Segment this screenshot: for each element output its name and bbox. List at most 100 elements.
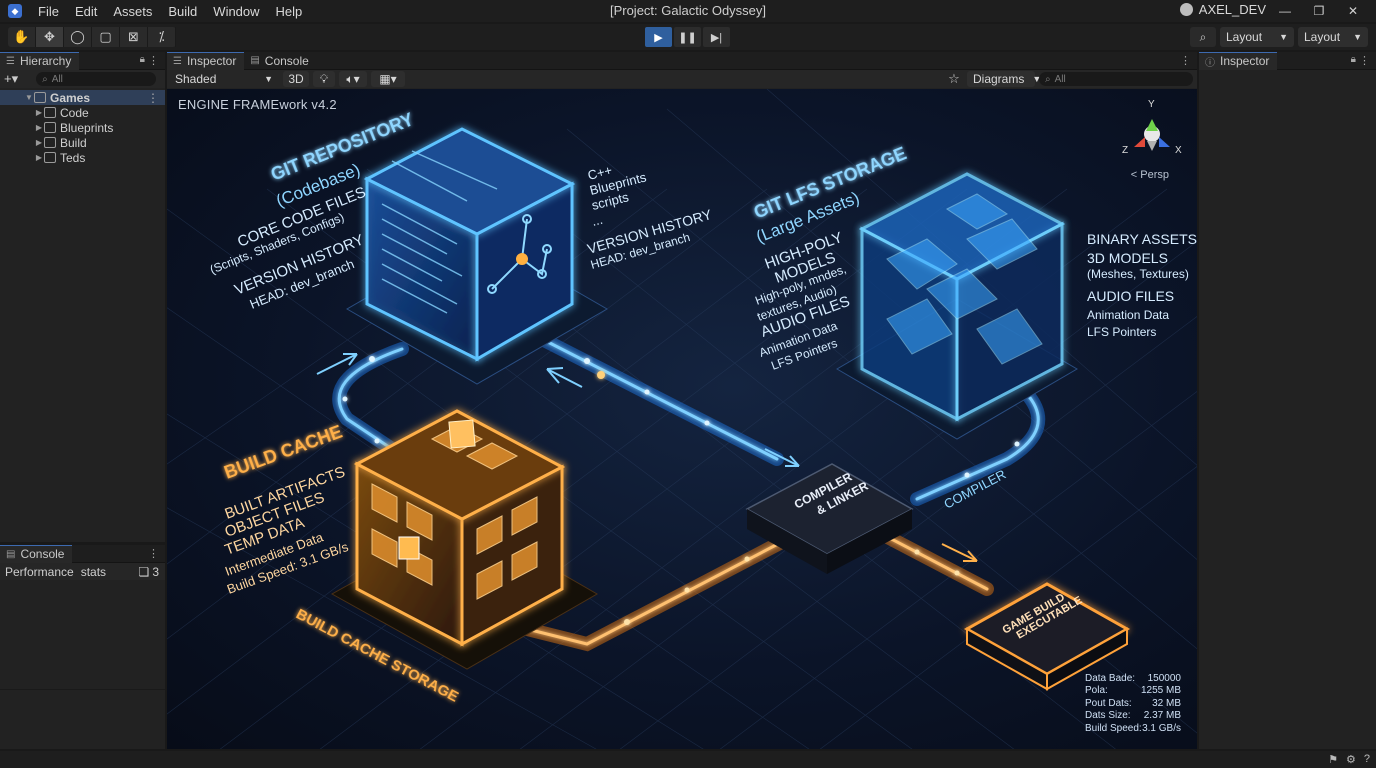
svg-text:...: ... — [590, 212, 604, 229]
tree-item-games[interactable]: ▼ Games ⋮ — [0, 90, 165, 105]
inspector-panel: ⓘ Inspector 🔒︎ ⋮ — [1199, 51, 1376, 749]
object-icon — [44, 152, 56, 163]
tree-item-blueprints[interactable]: ▶ Blueprints — [0, 120, 165, 135]
hierarchy-panel: ☰ Hierarchy 🔒︎ ⋮ +▾ ⌕ All ▼ Games ⋮ ▶ Co… — [0, 51, 165, 542]
user-icon — [1179, 3, 1193, 16]
stats-overlay: Data Bade: 150000 Pola: 1255 MB Pout Dats:… — [1085, 673, 1181, 736]
object-icon — [44, 137, 56, 148]
persp-toggle[interactable]: < Persp — [1131, 169, 1169, 181]
chevron-down-icon[interactable]: ▼ — [24, 93, 34, 102]
divider — [0, 689, 165, 690]
effects-icon[interactable]: ▦▾ — [371, 71, 405, 87]
rotate-icon[interactable]: ◯ — [64, 27, 92, 47]
chevron-right-icon[interactable]: ▶ — [34, 108, 44, 117]
stat-row: Pola: 1255 MB — [1085, 685, 1181, 696]
tab-console[interactable]: ▤ Console — [0, 544, 73, 563]
more-icon[interactable]: ⋮ — [1180, 54, 1191, 67]
rect-icon[interactable]: ▢ — [92, 27, 120, 47]
pipe-particles-orange — [624, 549, 960, 625]
stats-button[interactable]: stats — [79, 565, 108, 579]
console-panel: ▤ Console ⋮ Performance stats ❏ 3 — [0, 544, 165, 749]
more-icon[interactable]: ⋮ — [148, 54, 159, 67]
search-scene-icon[interactable]: ⌕ — [1190, 27, 1216, 47]
hierarchy-search-input[interactable]: ⌕ All — [36, 72, 157, 86]
stat-row: Build Speed: 3.1 GB/s — [1085, 722, 1181, 734]
svg-text:AUDIO FILES: AUDIO FILES — [1087, 288, 1174, 304]
help-icon[interactable]: ? — [1364, 753, 1370, 766]
menu-file[interactable]: File — [30, 4, 67, 19]
object-icon — [44, 107, 56, 118]
axis-y-label: Y — [1148, 99, 1155, 110]
custom-tool-icon[interactable]: ⁒ — [148, 27, 176, 47]
tab-inspector-center[interactable]: ☰ Inspector — [167, 51, 245, 70]
chevron-right-icon[interactable]: ▶ — [34, 138, 44, 147]
tab-hierarchy[interactable]: ☰ Hierarchy — [0, 51, 80, 70]
stat-row: Dats Size: 2.37 MB — [1085, 710, 1181, 721]
tree-item-teds[interactable]: ▶ Teds — [0, 150, 165, 165]
tab-inspector[interactable]: ⓘ Inspector — [1199, 51, 1278, 70]
stat-row: Pout Dats: 32 MB — [1085, 697, 1181, 709]
menu-bar: ◆ File Edit Assets Build Window Help [Pr… — [0, 0, 1376, 22]
chevron-down-icon: ▼ — [1353, 32, 1362, 42]
menu-build[interactable]: Build — [160, 4, 205, 19]
status-bar: ⚑ ⚙ ? — [0, 751, 1376, 768]
layout-dropdown-1[interactable]: Layout ▼ — [1220, 27, 1294, 47]
lighting-icon[interactable]: 💡︎ — [313, 71, 335, 87]
step-button[interactable]: ▶| — [703, 27, 730, 47]
framework-label: ENGINE FRAMEwork v4.2 — [178, 97, 337, 112]
menu-edit[interactable]: Edit — [67, 4, 105, 19]
lfs-storage-cube — [836, 172, 1078, 440]
scene-search-input[interactable]: ⌕ All — [1039, 72, 1193, 86]
pause-button[interactable]: ❚❚ — [674, 27, 701, 47]
tools-icon[interactable]: ⚙ — [1346, 753, 1356, 766]
minimize-button[interactable]: — — [1268, 0, 1302, 22]
toolbar: ✋ ✥ ◯ ▢ ⊠ ⁒ ▶ ❚❚ ▶| ⌕ Layout ▼ Layout ▼ — [0, 24, 1376, 50]
stat-row: Data Bade: 150000 — [1085, 672, 1181, 684]
add-icon[interactable]: +▾ — [4, 71, 18, 87]
mode-3d-toggle[interactable]: 3D — [283, 71, 309, 87]
performance-button[interactable]: Performance — [0, 565, 79, 579]
lock-icon[interactable]: 🔒︎ — [1351, 54, 1356, 65]
scene-view[interactable]: Y Z X GIT REPOSITORY (Codebase) CORE COD… — [167, 89, 1197, 749]
user-name: AXEL_DEV — [1198, 2, 1266, 17]
menu-help[interactable]: Help — [268, 4, 311, 19]
app-logo-icon[interactable]: ◆ — [8, 4, 22, 18]
object-icon — [44, 122, 56, 133]
restore-button[interactable]: ❐ — [1302, 0, 1336, 22]
scene-diagram: Y Z X GIT REPOSITORY (Codebase) CORE COD… — [167, 89, 1197, 749]
chevron-right-icon[interactable]: ▶ — [34, 123, 44, 132]
message-count-badge[interactable]: ❏ 3 — [139, 565, 159, 579]
tab-console-center[interactable]: ▤ Console — [244, 52, 316, 70]
play-button[interactable]: ▶ — [645, 27, 672, 47]
list-icon: ☰ — [6, 55, 15, 67]
more-icon[interactable]: ⋮ — [1359, 54, 1370, 67]
search-icon: ⌕ — [42, 73, 48, 85]
console-icon: ▤ — [250, 55, 260, 66]
move-icon[interactable]: ✥ — [36, 27, 64, 47]
search-icon: ⌕ — [1045, 73, 1051, 85]
close-button[interactable]: ✕ — [1336, 0, 1370, 22]
star-icon[interactable]: ☆ — [945, 71, 963, 87]
more-icon[interactable]: ⋮ — [147, 91, 159, 105]
menu-window[interactable]: Window — [205, 4, 267, 19]
more-icon[interactable]: ⋮ — [148, 547, 159, 560]
axis-gizmo[interactable]: Y Z X — [1122, 99, 1182, 156]
svg-text:3D MODELS: 3D MODELS — [1087, 250, 1168, 266]
diagrams-dropdown[interactable]: Diagrams ▼ — [967, 71, 1041, 87]
lock-icon[interactable]: 🔒︎ — [140, 54, 145, 65]
chevron-down-icon: ▼ — [1279, 32, 1288, 42]
shading-dropdown[interactable]: Shaded ▼ — [169, 71, 279, 87]
layout-dropdown-2[interactable]: Layout ▼ — [1298, 27, 1368, 47]
audio-icon[interactable]: 🔈︎▾ — [339, 71, 367, 87]
hand-icon[interactable]: ✋ — [8, 27, 36, 47]
console-toolbar: Performance stats ❏ 3 — [0, 563, 165, 580]
tree-item-code[interactable]: ▶ Code — [0, 105, 165, 120]
svg-text:BINARY ASSETS: BINARY ASSETS — [1087, 231, 1197, 247]
menu-assets[interactable]: Assets — [105, 4, 160, 19]
user-account[interactable]: AXEL_DEV — [1179, 2, 1266, 17]
tree-item-build[interactable]: ▶ Build — [0, 135, 165, 150]
axis-x-label: X — [1175, 145, 1182, 156]
transform-icon[interactable]: ⊠ — [120, 27, 148, 47]
chevron-right-icon[interactable]: ▶ — [34, 153, 44, 162]
bug-icon[interactable]: ⚑ — [1328, 753, 1338, 766]
